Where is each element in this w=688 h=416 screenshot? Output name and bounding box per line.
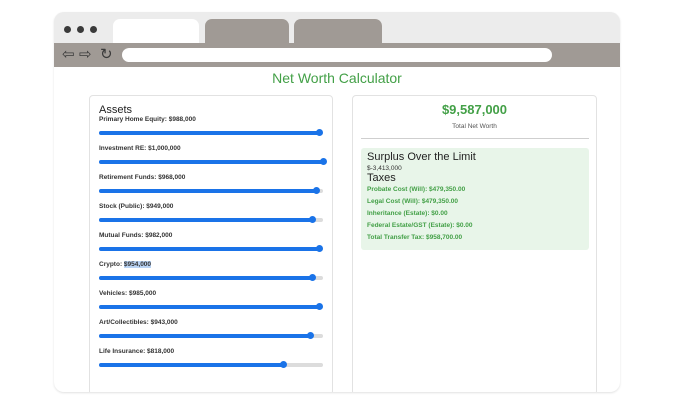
divider — [361, 138, 589, 139]
window-dot-icon[interactable] — [77, 26, 84, 33]
asset-row: Retirement Funds: $968,000 — [99, 174, 325, 202]
slider-thumb[interactable] — [308, 216, 316, 223]
asset-label: Crypto: $954,000 — [99, 261, 152, 268]
browser-tab[interactable] — [205, 19, 289, 43]
taxes-heading: Taxes — [367, 172, 396, 184]
slider-fill — [99, 131, 319, 135]
asset-row: Primary Home Equity: $988,000 — [99, 116, 325, 144]
asset-label: Investment RE: $1,000,000 — [99, 145, 181, 152]
summary-panel: $9,587,000 Total Net Worth Surplus Over … — [352, 95, 597, 392]
asset-row: Crypto: $954,000 — [99, 261, 325, 289]
asset-slider[interactable] — [99, 274, 323, 281]
browser-toolbar: ⇦ ⇨ ↻ — [54, 43, 620, 67]
slider-fill — [99, 363, 283, 367]
slider-fill — [99, 218, 312, 222]
asset-row: Life Insurance: $818,000 — [99, 348, 325, 376]
slider-fill — [99, 160, 323, 164]
tax-line-total-transfer: Total Transfer Tax: $958,700.00 — [367, 234, 463, 241]
asset-slider[interactable] — [99, 332, 323, 339]
slider-thumb[interactable] — [320, 158, 327, 165]
asset-label: Retirement Funds: $968,000 — [99, 174, 186, 181]
asset-row: Mutual Funds: $982,000 — [99, 232, 325, 260]
asset-slider[interactable] — [99, 303, 323, 310]
slider-thumb[interactable] — [315, 245, 323, 252]
asset-label: Art/Collectibles: $943,000 — [99, 319, 178, 326]
asset-row: Vehicles: $985,000 — [99, 290, 325, 318]
browser-tab-active[interactable] — [113, 19, 199, 43]
slider-thumb[interactable] — [313, 187, 321, 194]
reload-icon[interactable]: ↻ — [100, 45, 113, 65]
asset-label: Life Insurance: $818,000 — [99, 348, 175, 355]
net-worth-value: $9,587,000 — [441, 102, 508, 117]
asset-label: Vehicles: $985,000 — [99, 290, 157, 297]
asset-slider[interactable] — [99, 245, 323, 252]
asset-label: Stock (Public): $949,000 — [99, 203, 174, 210]
surplus-value: $-3,413,000 — [367, 165, 402, 172]
asset-label: Primary Home Equity: $988,000 — [99, 116, 196, 123]
asset-slider[interactable] — [99, 361, 323, 368]
browser-tab[interactable] — [294, 19, 382, 43]
slider-thumb[interactable] — [308, 274, 316, 281]
slider-thumb[interactable] — [315, 129, 323, 136]
net-worth-label: Total Net Worth — [452, 123, 497, 130]
slider-fill — [99, 189, 317, 193]
assets-heading: Assets — [99, 104, 133, 116]
asset-label: Mutual Funds: $982,000 — [99, 232, 173, 239]
address-bar[interactable] — [122, 48, 552, 62]
slider-fill — [99, 334, 310, 338]
asset-slider[interactable] — [99, 187, 323, 194]
tab-strip — [54, 12, 620, 43]
back-arrow-icon[interactable]: ⇦ — [62, 45, 75, 65]
window-dot-icon[interactable] — [64, 26, 71, 33]
surplus-heading: Surplus Over the Limit — [367, 151, 476, 163]
browser-window: ⇦ ⇨ ↻ Net Worth Calculator Assets Primar… — [54, 12, 620, 392]
slider-thumb[interactable] — [315, 303, 323, 310]
page-title: Net Worth Calculator — [272, 70, 402, 86]
asset-slider[interactable] — [99, 158, 327, 165]
assets-panel: Assets Primary Home Equity: $988,000 Inve… — [89, 95, 333, 392]
forward-arrow-icon[interactable]: ⇨ — [79, 45, 92, 65]
asset-label-prefix: Crypto: — [99, 261, 124, 268]
asset-slider[interactable] — [99, 129, 323, 136]
page-content: Net Worth Calculator Assets Primary Home… — [54, 67, 620, 392]
slider-fill — [99, 247, 319, 251]
asset-label-selected-value: $954,000 — [123, 261, 152, 268]
tax-line-probate: Probate Cost (Will): $479,350.00 — [367, 186, 466, 193]
slider-fill — [99, 305, 319, 309]
tax-line-federal-estate: Federal Estate/GST (Estate): $0.00 — [367, 222, 473, 229]
asset-row: Art/Collectibles: $943,000 — [99, 319, 325, 347]
slider-thumb[interactable] — [306, 332, 314, 339]
tax-line-inheritance: Inheritance (Estate): $0.00 — [367, 210, 448, 217]
asset-slider[interactable] — [99, 216, 323, 223]
asset-row: Investment RE: $1,000,000 — [99, 145, 327, 173]
tax-line-legal: Legal Cost (Will): $479,350.00 — [367, 198, 458, 205]
slider-fill — [99, 276, 312, 280]
slider-thumb[interactable] — [279, 361, 287, 368]
window-dot-icon[interactable] — [90, 26, 97, 33]
asset-row: Stock (Public): $949,000 — [99, 203, 325, 231]
surplus-taxes-box: Surplus Over the Limit $-3,413,000 Taxes… — [361, 148, 589, 250]
